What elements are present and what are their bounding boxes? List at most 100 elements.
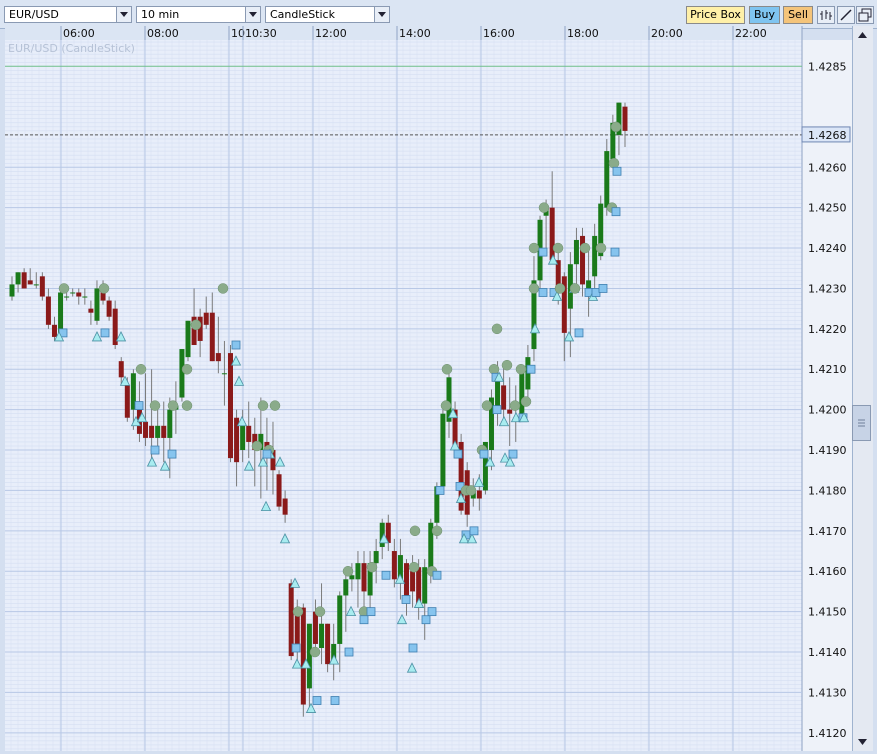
signal-circle-marker xyxy=(579,242,591,254)
series-label: EUR/USD (CandleStick) xyxy=(8,42,135,55)
pencil-line-icon xyxy=(840,9,852,21)
signal-circle-marker xyxy=(481,400,493,411)
time-tick-label: 12:00 xyxy=(315,27,347,40)
candle-up xyxy=(319,623,325,648)
candle-down xyxy=(416,567,422,604)
price-tick-label: 1.4120 xyxy=(808,727,847,740)
chart-style-value: CandleStick xyxy=(270,8,335,21)
signal-square-marker xyxy=(538,288,548,297)
candle-up xyxy=(355,563,361,580)
signal-circle-marker xyxy=(491,323,503,335)
signal-square-marker xyxy=(612,166,622,176)
draw-line-button[interactable] xyxy=(837,6,855,24)
signal-square-marker xyxy=(427,607,437,617)
candle-down xyxy=(143,421,149,438)
buy-button[interactable]: Buy xyxy=(749,6,780,24)
candle-down xyxy=(106,300,112,317)
candle-down xyxy=(88,308,94,313)
signal-square-marker xyxy=(453,449,463,459)
price-tick-label: 1.4170 xyxy=(808,525,847,538)
signal-square-marker xyxy=(381,570,391,580)
signal-square-marker xyxy=(538,247,548,257)
vertical-scrollbar[interactable] xyxy=(852,26,873,751)
signal-circle-marker xyxy=(441,363,453,375)
price-tick-label: 1.4240 xyxy=(808,242,847,255)
candle-up xyxy=(573,239,579,265)
candle-down xyxy=(549,207,555,261)
timeframe-value: 10 min xyxy=(141,8,180,21)
candle-up xyxy=(221,373,227,375)
timeframe-select[interactable]: 10 min xyxy=(136,6,261,23)
candle-up xyxy=(82,296,88,298)
candle-down xyxy=(476,490,482,499)
price-tick-label: 1.4250 xyxy=(808,202,847,215)
signal-circle-marker xyxy=(552,242,564,254)
candle-up xyxy=(373,551,379,564)
signal-square-marker xyxy=(150,445,160,455)
signal-circle-marker xyxy=(366,561,378,573)
signal-circle-marker xyxy=(528,283,540,294)
signal-square-marker xyxy=(312,696,322,705)
time-tick-label: 22:00 xyxy=(735,27,767,40)
candle-down xyxy=(300,607,306,705)
signal-circle-marker xyxy=(58,283,70,294)
price-box-button[interactable]: Price Box xyxy=(686,6,745,24)
price-tick-label: 1.4130 xyxy=(808,686,847,699)
candle-up xyxy=(422,567,428,604)
signal-square-marker xyxy=(100,328,110,338)
time-tick-label: 06:00 xyxy=(63,27,95,40)
signal-circle-marker xyxy=(149,400,161,411)
signal-circle-marker xyxy=(217,283,229,294)
scrollbar-thumb[interactable] xyxy=(852,405,871,441)
candle-down xyxy=(404,563,410,600)
signal-circle-marker xyxy=(309,646,321,658)
price-tick-label: 1.4150 xyxy=(808,606,847,619)
scroll-down-icon[interactable] xyxy=(853,735,872,749)
signal-square-marker xyxy=(408,643,418,653)
candle-up xyxy=(604,151,610,208)
time-tick-label: 08:00 xyxy=(147,27,179,40)
chevron-down-icon[interactable] xyxy=(374,7,389,22)
candle-down xyxy=(39,276,45,297)
signal-square-marker xyxy=(421,615,431,625)
signal-circle-marker xyxy=(167,400,179,411)
signal-circle-marker xyxy=(181,363,193,375)
price-tick-label: 1.4285 xyxy=(808,60,847,73)
time-tick-label: 16:00 xyxy=(483,27,515,40)
signal-circle-marker xyxy=(314,606,326,617)
signal-circle-marker xyxy=(135,363,147,375)
signal-circle-marker xyxy=(342,565,354,577)
candle-up xyxy=(33,284,39,286)
chart-style-select[interactable]: CandleStick xyxy=(265,6,390,23)
candle-up xyxy=(519,373,525,418)
signal-square-marker xyxy=(611,207,621,217)
signal-circle-marker xyxy=(440,400,452,411)
symbol-select[interactable]: EUR/USD xyxy=(4,6,132,23)
signal-square-marker xyxy=(574,328,584,338)
candle-up xyxy=(64,296,70,298)
signal-circle-marker xyxy=(488,363,500,375)
signal-circle-marker xyxy=(509,400,521,411)
price-tick-label: 1.4260 xyxy=(808,161,847,174)
signal-circle-marker xyxy=(408,561,420,573)
candle-down xyxy=(312,611,318,644)
candle-up xyxy=(94,288,100,321)
candle-down xyxy=(76,292,82,297)
signal-circle-marker xyxy=(569,283,581,294)
chart-area[interactable]: 06:00 08:00 10 10:30 12:00 14:00 16:00 18:00 20:… xyxy=(5,26,875,751)
bar-style-button[interactable] xyxy=(817,6,835,24)
candle-down xyxy=(149,425,155,438)
candlestick-chart[interactable]: 06:00 08:00 10 10:30 12:00 14:00 16:00 18:00 20:… xyxy=(5,26,875,751)
price-tick-label: 1.4230 xyxy=(808,282,847,295)
price-tick-label: 1.4160 xyxy=(808,565,847,578)
scroll-up-icon[interactable] xyxy=(853,28,872,42)
detach-window-button[interactable] xyxy=(856,6,874,24)
grip-icon xyxy=(858,419,865,427)
signal-circle-marker xyxy=(190,319,202,331)
signal-square-marker xyxy=(526,364,536,374)
chevron-down-icon[interactable] xyxy=(245,7,260,22)
candle-down xyxy=(227,353,233,459)
sell-button[interactable]: Sell xyxy=(783,6,813,24)
chevron-down-icon[interactable] xyxy=(116,7,131,22)
signal-square-marker xyxy=(401,595,411,604)
